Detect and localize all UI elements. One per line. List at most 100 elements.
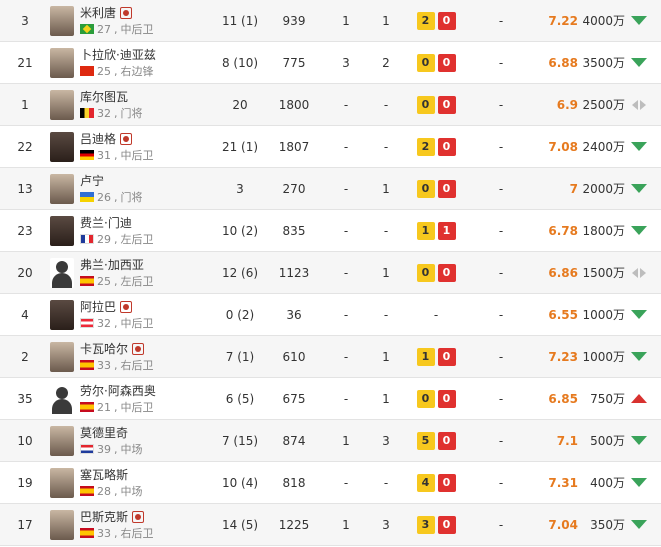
avatar-cell xyxy=(50,420,76,461)
avatar[interactable] xyxy=(50,5,74,36)
appearances: 20 xyxy=(232,97,248,112)
player-name[interactable]: 卜拉欣·迪亚兹 xyxy=(80,46,156,63)
player-name[interactable]: 弗兰·加西亚 xyxy=(80,256,144,273)
avatar[interactable] xyxy=(50,89,74,120)
player-name[interactable]: 卢宁 xyxy=(80,172,104,189)
avatar[interactable] xyxy=(50,299,74,330)
avatar-cell xyxy=(50,0,76,41)
player-age: 21 xyxy=(97,400,111,414)
table-row[interactable]: 17 巴斯克斯 33, 右后卫 14 (5) 1225 1 3 3 0-7.04 350万 xyxy=(0,504,661,546)
avatar-cell xyxy=(50,168,76,209)
yellow-card-count: 1 xyxy=(416,221,435,240)
player-position: 中后卫 xyxy=(120,401,154,414)
arrow-left-icon xyxy=(632,99,638,110)
player-name[interactable]: 卡瓦哈尔 xyxy=(80,340,128,357)
yellow-card-count: 2 xyxy=(416,11,435,30)
yellow-card-count: 0 xyxy=(416,263,435,282)
assists: 3 xyxy=(382,517,390,532)
cards: 20 xyxy=(412,126,460,167)
separator: , xyxy=(114,526,118,540)
name-line: 卢宁 xyxy=(80,173,104,189)
name-line: 卡瓦哈尔 xyxy=(80,340,145,357)
trend-cell xyxy=(628,0,650,41)
cards-dash: - xyxy=(433,307,439,322)
player-age: 39 xyxy=(97,442,111,456)
player-name[interactable]: 劳尔·阿森西奥 xyxy=(80,382,156,399)
table-row[interactable]: 35 劳尔·阿森西奥 21, 中后卫 6 (5) 675 - 1 0 0 - 6.85 750万 xyxy=(0,378,661,420)
avatar[interactable] xyxy=(50,215,74,246)
table-row[interactable]: 2 卡瓦哈尔 33, 右后卫 7 (1) 610-1 1 0-7.23 1000万 xyxy=(0,336,661,378)
table-row[interactable]: 21 卜拉欣·迪亚兹 25, 右边锋 8 (10) 775 3 2 0 0 - 6.88 3500万 xyxy=(0,42,661,84)
captain-icon xyxy=(132,342,145,355)
avatar[interactable] xyxy=(50,47,74,78)
player-age: 32 xyxy=(97,106,111,120)
trend-cell xyxy=(628,84,650,125)
trend-cell xyxy=(628,42,650,83)
trend-down-icon xyxy=(631,16,647,25)
avatar-cell xyxy=(50,462,76,503)
goals: 1 xyxy=(342,517,350,532)
player-name[interactable]: 莫德里奇 xyxy=(80,424,128,441)
minutes-played: 939 xyxy=(282,13,306,28)
minutes-played: 874 xyxy=(282,433,306,448)
rating: 7.1 xyxy=(556,433,578,448)
rating: 6.78 xyxy=(548,223,578,238)
meta-line: 25, 左后卫 xyxy=(80,274,154,289)
appearances: 11 (1) xyxy=(221,13,259,28)
player-position: 门将 xyxy=(120,107,143,120)
yellow-card-count: 2 xyxy=(416,137,435,156)
player-name[interactable]: 吕迪格 xyxy=(80,130,116,147)
player-name[interactable]: 塞瓦略斯 xyxy=(80,466,128,483)
spain-flag-icon xyxy=(80,528,94,538)
goals: - xyxy=(343,139,349,154)
player-number: 17 xyxy=(17,517,33,532)
avatar[interactable] xyxy=(50,173,74,204)
minutes-played: 835 xyxy=(282,223,306,238)
player-age: 27 xyxy=(97,22,111,36)
table-row[interactable]: 23 费兰·门迪 29, 左后卫 10 (2) 835 - - 1 1 - 6.78 1800万 xyxy=(0,210,661,252)
table-row[interactable]: 20 弗兰·加西亚 25, 左后卫 12 (6) 1123 - 1 0 0 - 6.86 1500万 xyxy=(0,252,661,294)
player-position: 右后卫 xyxy=(120,527,154,540)
yellow-card-count: 0 xyxy=(416,389,435,408)
name-line: 吕迪格 xyxy=(80,130,133,147)
avatar[interactable] xyxy=(50,383,74,414)
table-row[interactable]: 1 库尔图瓦 32, 门将 20 1800 - - 0 0 - 6.9 2500万 xyxy=(0,84,661,126)
minutes-played: 270 xyxy=(282,181,306,196)
player-name[interactable]: 巴斯克斯 xyxy=(80,508,128,525)
avatar[interactable] xyxy=(50,425,74,456)
assists: 1 xyxy=(382,265,390,280)
table-row[interactable]: 22 吕迪格 31, 中后卫 21 (1) 1807 - - 2 0 - 7.08 2400万 xyxy=(0,126,661,168)
ukraine-flag-icon xyxy=(80,192,94,202)
player-name[interactable]: 库尔图瓦 xyxy=(80,88,128,105)
cards: 00 xyxy=(412,84,460,125)
player-name[interactable]: 费兰·门迪 xyxy=(80,214,132,231)
player-number: 10 xyxy=(17,433,33,448)
yellow-card-count: 3 xyxy=(416,515,435,534)
avatar[interactable] xyxy=(50,257,74,288)
avatar[interactable] xyxy=(50,341,74,372)
player-name[interactable]: 阿拉巴 xyxy=(80,298,116,315)
table-row[interactable]: 19 塞瓦略斯 28, 中场 10 (4) 818 - - 4 0 - 7.31 400万 xyxy=(0,462,661,504)
player-name[interactable]: 米利唐 xyxy=(80,4,116,21)
table-row[interactable]: 3 米利唐 27, 中后卫 11 (1) 939 1 1 2 0 - 7.22 4000万 xyxy=(0,0,661,42)
table-row[interactable]: 10 莫德里奇 39, 中场 7 (15) 874 1 3 5 0 - 7.1 500万 xyxy=(0,420,661,462)
market-value: 1000万 xyxy=(582,350,625,364)
player-number: 21 xyxy=(17,55,33,70)
spain-flag-icon xyxy=(80,276,94,286)
trend-down-icon xyxy=(631,436,647,445)
rating: 7.22 xyxy=(548,13,578,28)
trend-cell xyxy=(628,462,650,503)
table-row[interactable]: 4 阿拉巴 32, 中后卫 0 (2) 36 - - - - 6.55 1000万 xyxy=(0,294,661,336)
avatar-cell xyxy=(50,336,76,377)
avatar[interactable] xyxy=(50,509,74,540)
meta-line: 25, 右边锋 xyxy=(80,64,154,79)
minutes-played: 775 xyxy=(282,55,306,70)
market-value: 350万 xyxy=(590,518,625,532)
stat-dash: - xyxy=(498,55,504,70)
player-position: 中后卫 xyxy=(120,149,154,162)
player-number: 23 xyxy=(17,223,33,238)
germany-flag-icon xyxy=(80,150,94,160)
avatar[interactable] xyxy=(50,131,74,162)
table-row[interactable]: 13 卢宁 26, 门将 3 270 - 1 0 0 - 7 2000万 xyxy=(0,168,661,210)
avatar[interactable] xyxy=(50,467,74,498)
